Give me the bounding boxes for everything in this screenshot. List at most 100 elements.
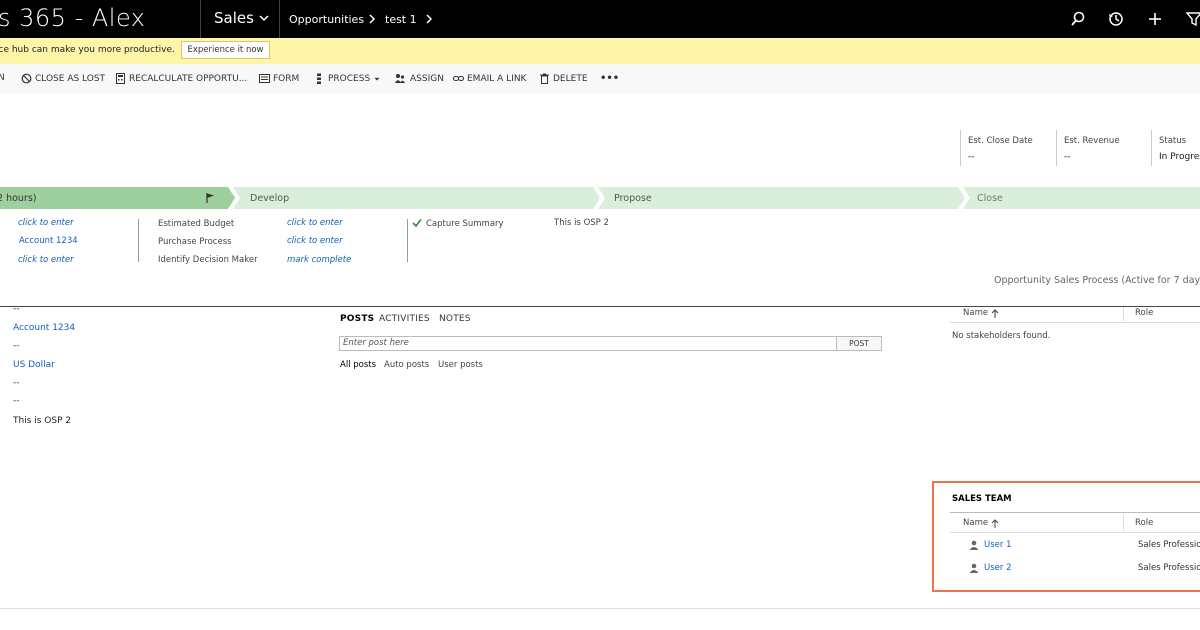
stage-propose-label: Propose — [614, 193, 652, 204]
form-icon — [259, 74, 270, 83]
nav-separator — [200, 0, 201, 38]
assign-icon — [395, 74, 405, 83]
caret-down-icon — [374, 77, 380, 80]
est-revenue-value[interactable]: -- — [1064, 152, 1071, 162]
flag-icon — [206, 193, 214, 203]
sort-ascending-icon — [991, 518, 999, 528]
stage-propose-shape[interactable] — [598, 187, 965, 209]
chevron-right-icon — [369, 14, 376, 24]
filter-user-posts[interactable]: User posts — [438, 360, 483, 370]
stakeholders-name-column[interactable]: Name — [963, 308, 999, 318]
column-divider — [1123, 307, 1124, 321]
team-member-link[interactable]: User 2 — [984, 563, 1011, 573]
summary-value: -- — [13, 396, 20, 406]
step-identify-decision-maker: Identify Decision Maker — [158, 255, 258, 265]
summary-value: This is OSP 2 — [13, 416, 72, 426]
chevron-down-icon[interactable] — [258, 12, 270, 24]
process-divider — [138, 219, 139, 262]
team-member-link[interactable]: User 1 — [984, 540, 1011, 550]
notification-bar: ice hub can make you more productive. — [0, 38, 1200, 64]
plus-icon[interactable] — [1146, 10, 1164, 28]
footer-divider — [0, 608, 1200, 609]
team-member-role: Sales Profession — [1138, 540, 1200, 550]
summary-value: -- — [13, 378, 20, 388]
command-truncated[interactable]: N — [0, 73, 5, 83]
module-menu-label[interactable]: Sales — [214, 9, 254, 27]
filter-auto-posts[interactable]: Auto posts — [384, 360, 429, 370]
cancel-icon — [21, 73, 32, 84]
grid-header-line — [950, 512, 1200, 513]
process-footer-text: Opportunity Sales Process (Active for 7 … — [994, 275, 1200, 286]
step-value-purchase-process[interactable]: click to enter — [287, 236, 343, 246]
process-account-link[interactable]: Account 1234 — [19, 236, 78, 246]
est-revenue-label: Est. Revenue — [1064, 136, 1120, 146]
trash-icon — [540, 73, 549, 84]
close-as-lost-button[interactable]: CLOSE AS LOST — [21, 73, 105, 84]
stakeholders-empty-message: No stakeholders found. — [952, 331, 1051, 341]
top-navigation-bar: s 365 - Alex Sales Opportunities test 1 — [0, 0, 1200, 38]
grid-header-line — [950, 532, 1200, 533]
search-icon[interactable] — [1069, 10, 1087, 28]
form-button[interactable]: FORM — [259, 73, 299, 84]
more-commands-icon[interactable]: ••• — [600, 73, 619, 84]
post-input[interactable]: Enter post here — [339, 336, 837, 351]
status-label: Status — [1159, 136, 1187, 146]
step-value-decision-maker[interactable]: mark complete — [287, 255, 351, 265]
step-estimated-budget: Estimated Budget — [158, 219, 235, 229]
chevron-right-icon[interactable] — [424, 12, 434, 26]
status-value[interactable]: In Progres — [1159, 152, 1200, 162]
stage-active-label: 2 hours) — [0, 193, 37, 204]
assign-button[interactable]: ASSIGN — [393, 73, 444, 84]
column-divider — [1123, 515, 1124, 531]
step-capture-summary: Capture Summary — [426, 219, 504, 229]
breadcrumb-record[interactable]: test 1 — [385, 13, 417, 26]
filter-icon[interactable] — [1185, 10, 1200, 28]
user-icon — [969, 563, 979, 573]
tab-activities[interactable]: ACTIVITIES — [379, 314, 430, 324]
process-field-value[interactable]: click to enter — [18, 218, 74, 228]
filter-all-posts[interactable]: All posts — [340, 360, 376, 370]
process-field-value[interactable]: click to enter — [18, 255, 74, 265]
sort-ascending-icon — [991, 308, 999, 318]
summary-value: -- — [13, 304, 20, 314]
history-icon[interactable] — [1107, 10, 1125, 28]
nav-separator — [279, 0, 280, 38]
stage-close-label: Close — [977, 193, 1003, 204]
grid-header-line — [950, 322, 1200, 323]
calculator-icon — [116, 73, 125, 84]
process-icon — [317, 73, 321, 84]
stakeholders-role-column[interactable]: Role — [1135, 308, 1153, 318]
app-title[interactable]: s 365 - Alex — [0, 4, 146, 32]
breadcrumb-opportunities[interactable]: Opportunities — [289, 13, 364, 26]
recalculate-button[interactable]: RECALCULATE OPPORTU... — [115, 73, 247, 84]
process-button[interactable]: PROCESS — [314, 73, 381, 84]
est-close-date-value[interactable]: -- — [968, 152, 975, 162]
sales-team-title: SALES TEAM — [952, 494, 1012, 504]
est-close-date-label: Est. Close Date — [968, 136, 1033, 146]
step-osp-value: This is OSP 2 — [554, 218, 609, 228]
stage-develop-label: Develop — [250, 193, 290, 204]
checkmark-icon — [412, 219, 422, 228]
header-divider — [1151, 130, 1152, 166]
sales-team-role-column[interactable]: Role — [1135, 518, 1153, 528]
notification-text: ice hub can make you more productive. — [0, 45, 175, 55]
delete-button[interactable]: DELETE — [539, 73, 588, 84]
sales-team-name-column[interactable]: Name — [963, 518, 999, 528]
summary-currency-link[interactable]: US Dollar — [13, 360, 55, 370]
experience-it-now-button[interactable]: Experience it now — [181, 41, 270, 59]
header-divider — [960, 130, 961, 166]
step-purchase-process: Purchase Process — [158, 237, 232, 247]
user-icon — [969, 540, 979, 550]
section-divider — [0, 306, 1200, 307]
email-a-link-button[interactable]: EMAIL A LINK — [453, 73, 526, 84]
step-value-estimated-budget[interactable]: click to enter — [287, 218, 343, 228]
summary-account-link[interactable]: Account 1234 — [13, 323, 75, 333]
tab-posts[interactable]: POSTS — [340, 314, 374, 324]
link-icon — [453, 76, 464, 81]
post-button[interactable]: POST — [836, 336, 882, 351]
header-divider — [1056, 130, 1057, 166]
process-divider — [407, 219, 408, 262]
tab-notes[interactable]: NOTES — [439, 314, 471, 324]
team-member-role: Sales Profession — [1138, 563, 1200, 573]
process-stage-bar — [0, 187, 1200, 209]
